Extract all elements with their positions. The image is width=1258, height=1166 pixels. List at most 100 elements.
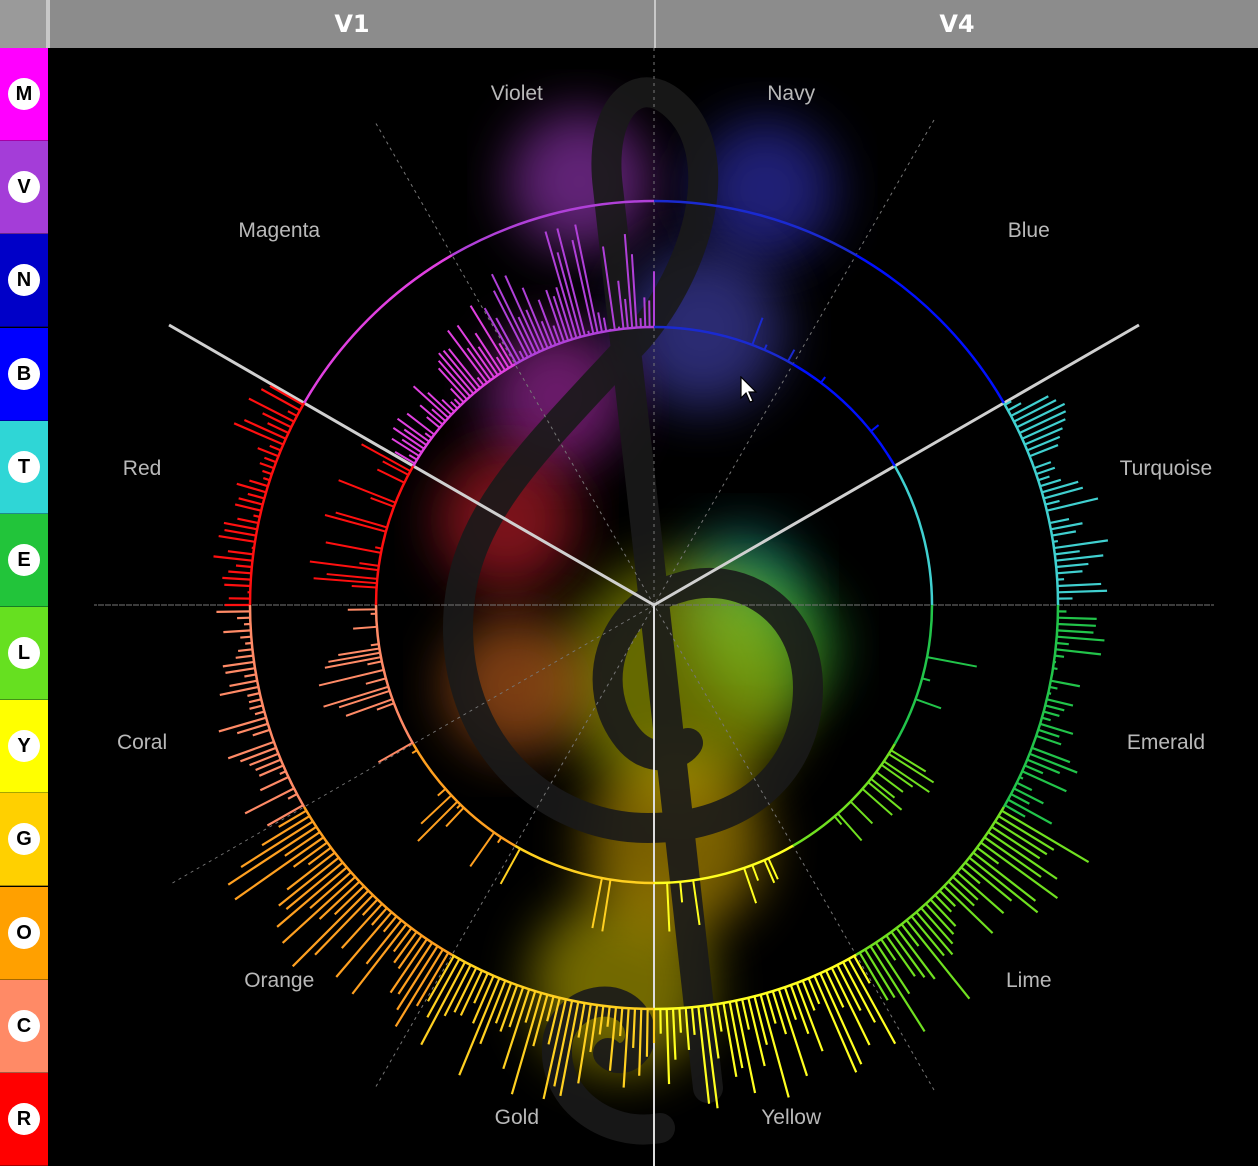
outer-spectrum-bar: [252, 728, 271, 737]
outer-spectrum-bar: [351, 923, 408, 995]
inner-spectrum-bar: [406, 412, 435, 436]
outer-spectrum-bar: [508, 986, 525, 1028]
color-key-sidebar: M V N B T E L Y G O C R: [0, 48, 48, 1166]
outer-spectrum-bar: [287, 793, 298, 800]
outer-spectrum-bar: [261, 815, 311, 847]
outer-spectrum-bar: [1016, 781, 1033, 792]
sector-label-orange: Orange: [244, 969, 314, 992]
outer-spectrum-bar: [753, 996, 768, 1046]
outer-spectrum-bar: [213, 555, 253, 562]
inner-spectrum-bar: [353, 625, 377, 630]
inner-spectrum-bar: [870, 424, 880, 432]
color-wheel-visualizer[interactable]: Navy Blue Turquoise Emerald Lime Yellow Gold Or…: [48, 48, 1258, 1166]
sector-label-yellow: Yellow: [761, 1106, 822, 1129]
outer-spectrum-bar: [1057, 622, 1096, 627]
inner-spectrum-bar: [437, 788, 447, 797]
outer-spectrum-bar: [910, 915, 945, 957]
outer-spectrum-bar: [1055, 554, 1104, 562]
outer-spectrum-bar: [494, 982, 513, 1024]
sidebar-item-e[interactable]: E: [0, 513, 48, 607]
outer-spectrum-bar: [473, 972, 489, 1004]
outer-spectrum-bar: [741, 999, 750, 1030]
outer-spectrum-bar: [276, 866, 348, 928]
sidebar-item-b[interactable]: B: [0, 327, 48, 421]
outer-spectrum-bar: [869, 945, 926, 1032]
sidebar-item-l[interactable]: L: [0, 607, 48, 701]
outer-spectrum-bar: [247, 692, 260, 697]
sidebar-item-letter: R: [8, 1102, 40, 1135]
outer-spectrum-bar: [771, 990, 788, 1035]
inner-spectrum-bar: [365, 677, 387, 685]
outer-spectrum-bar: [943, 885, 994, 934]
outer-spectrum-bar: [240, 746, 277, 763]
wheel-arc: [893, 465, 934, 606]
column-header-v4[interactable]: V4: [654, 0, 1258, 48]
outer-spectrum-bar: [269, 444, 282, 452]
inner-spectrum-bar: [837, 812, 863, 842]
outer-spectrum-bar: [905, 919, 971, 1000]
sidebar-item-v[interactable]: V: [0, 141, 48, 235]
outer-spectrum-bar: [885, 934, 916, 977]
outer-spectrum-bar: [287, 410, 298, 417]
outer-spectrum-bar: [722, 1002, 738, 1077]
sidebar-item-y[interactable]: Y: [0, 700, 48, 794]
inner-spectrum-bar: [420, 794, 453, 825]
outer-spectrum-bar: [938, 889, 956, 907]
outer-spectrum-bar: [1056, 562, 1089, 569]
outer-spectrum-bar: [396, 945, 439, 1011]
outer-spectrum-bar: [249, 479, 269, 488]
outer-spectrum-bar: [880, 938, 897, 961]
outer-spectrum-bar: [222, 576, 251, 581]
outer-spectrum-bar: [1024, 427, 1063, 446]
inner-spectrum-bar: [338, 479, 396, 504]
sidebar-item-r[interactable]: R: [0, 1072, 48, 1166]
sector-label-gold: Gold: [495, 1106, 539, 1129]
sidebar-item-g[interactable]: G: [0, 793, 48, 887]
glow-blob: [509, 111, 650, 252]
sector-label-lime: Lime: [1006, 969, 1052, 992]
outer-spectrum-bar: [240, 635, 252, 639]
inner-spectrum-bar: [915, 698, 942, 710]
inner-spectrum-bar: [313, 577, 377, 585]
outer-spectrum-bar: [1045, 704, 1065, 712]
outer-spectrum-bar: [234, 503, 262, 512]
sector-label-magenta: Magenta: [238, 219, 320, 242]
inner-spectrum-bar: [597, 312, 603, 333]
inner-spectrum-bar: [450, 387, 465, 404]
outer-spectrum-bar: [777, 988, 809, 1077]
outer-spectrum-bar: [1045, 499, 1060, 506]
outer-spectrum-bar: [218, 534, 256, 543]
inner-spectrum-bar: [787, 349, 796, 362]
outer-spectrum-bar: [502, 988, 531, 1070]
sidebar-item-m[interactable]: M: [0, 48, 48, 142]
inner-spectrum-bar: [351, 584, 377, 589]
outer-spectrum-bar: [1056, 570, 1083, 575]
sector-label-red: Red: [123, 457, 162, 480]
outer-spectrum-bar: [259, 462, 275, 470]
mouse-cursor-icon: [740, 376, 758, 403]
outer-spectrum-bar: [1013, 787, 1044, 805]
outer-spectrum-bar: [223, 629, 251, 634]
outer-spectrum-bar: [968, 856, 1039, 914]
inner-spectrum-bar: [309, 560, 379, 572]
outer-spectrum-bar: [365, 919, 403, 965]
outer-spectrum-bar: [853, 955, 871, 984]
sidebar-item-c[interactable]: C: [0, 979, 48, 1073]
outer-spectrum-bar: [244, 787, 295, 815]
outer-spectrum-bar: [244, 673, 257, 678]
outer-spectrum-bar: [1055, 648, 1102, 656]
outer-spectrum-bar: [237, 648, 253, 653]
inner-spectrum-bar: [476, 376, 485, 386]
sidebar-item-letter: G: [8, 823, 40, 856]
sidebar-item-t[interactable]: T: [0, 420, 48, 514]
sidebar-item-n[interactable]: N: [0, 234, 48, 328]
sidebar-item-o[interactable]: O: [0, 886, 48, 980]
inner-spectrum-bar: [880, 764, 914, 788]
outer-spectrum-bar: [1050, 522, 1083, 531]
wheel-arc: [855, 806, 1005, 956]
inner-spectrum-bar: [396, 417, 430, 443]
outer-spectrum-bar: [224, 583, 251, 588]
sidebar-item-letter: Y: [8, 730, 40, 763]
column-header-v1[interactable]: V1: [48, 0, 654, 48]
outer-spectrum-bar: [1039, 478, 1062, 488]
